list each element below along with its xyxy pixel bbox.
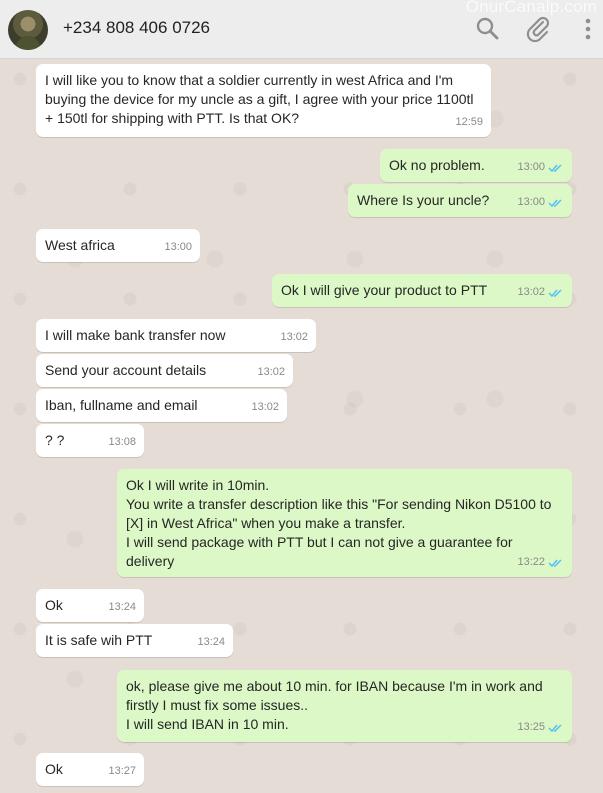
message-bubble[interactable]: Ok 13:27 [36, 753, 144, 786]
message-meta: 13:24 [197, 633, 225, 652]
message-text: I will make bank transfer now [45, 327, 226, 343]
attach-icon[interactable] [523, 14, 553, 44]
chat-header: +234 808 406 0726 OnurCanalp.com [0, 0, 603, 59]
message-bubble[interactable]: It is safe wih PTT 13:24 [36, 624, 233, 657]
message-meta: 12:59 [455, 113, 483, 132]
message-bubble[interactable]: Iban, fullname and email 13:02 [36, 389, 287, 422]
message-time: 13:02 [251, 401, 279, 413]
read-ticks-icon [548, 288, 564, 298]
message-time: 13:00 [164, 241, 192, 253]
message-time: 13:08 [108, 436, 136, 448]
message-bubble[interactable]: Ok I will give your product to PTT 13:02 [272, 274, 572, 307]
message-meta: 13:25 [517, 718, 564, 737]
message-meta: 13:24 [108, 598, 136, 617]
message-bubble[interactable]: I will make bank transfer now 13:02 [36, 319, 316, 352]
message-list: I will like you to know that a soldier c… [0, 59, 603, 793]
read-ticks-icon [548, 198, 564, 208]
message-meta: 13:00 [164, 238, 192, 257]
watermark: OnurCanalp.com [465, 0, 597, 16]
message-time: 13:25 [517, 721, 545, 733]
message-time: 13:27 [108, 765, 136, 777]
message-bubble[interactable]: Where Is your uncle? 13:00 [348, 184, 572, 217]
message-meta: 13:27 [108, 762, 136, 781]
message-bubble[interactable]: I will like you to know that a soldier c… [36, 64, 491, 137]
read-ticks-icon [548, 558, 564, 568]
message-time: 12:59 [455, 116, 483, 128]
message-time: 13:02 [280, 331, 308, 343]
contact-avatar[interactable] [8, 10, 48, 50]
message-bubble[interactable]: ok, please give me about 10 min. for IBA… [117, 670, 572, 742]
search-icon[interactable] [473, 14, 503, 44]
message-text: I will like you to know that a soldier c… [45, 72, 474, 126]
message-bubble[interactable]: Ok I will write in 10min. You write a tr… [117, 469, 572, 577]
message-meta: 13:08 [108, 433, 136, 452]
message-time: 13:00 [517, 196, 545, 208]
message-text: ok, please give me about 10 min. for IBA… [126, 678, 543, 732]
read-ticks-icon [548, 163, 564, 173]
message-bubble[interactable]: Ok 13:24 [36, 589, 144, 622]
message-text: Send your account details [45, 362, 207, 378]
message-time: 13:02 [257, 366, 285, 378]
message-time: 13:22 [517, 556, 545, 568]
message-bubble[interactable]: Send your account details 13:02 [36, 354, 293, 387]
message-time: 13:02 [517, 286, 545, 298]
message-meta: 13:22 [517, 553, 564, 572]
message-time: 13:24 [197, 636, 225, 648]
message-time: 13:24 [108, 601, 136, 613]
message-meta: 13:02 [517, 283, 564, 302]
message-bubble[interactable]: West africa 13:00 [36, 229, 200, 262]
message-bubble[interactable]: ? ? 13:08 [36, 424, 144, 457]
message-meta: 13:02 [251, 398, 279, 417]
message-text: Ok I will write in 10min. You write a tr… [126, 477, 552, 569]
message-meta: 13:02 [257, 363, 285, 382]
message-bubble[interactable]: Ok no problem. 13:00 [380, 149, 572, 182]
message-time: 13:00 [517, 161, 545, 173]
message-meta: 13:00 [517, 158, 564, 177]
message-meta: 13:02 [280, 328, 308, 347]
menu-icon[interactable] [573, 14, 603, 44]
read-ticks-icon [548, 723, 564, 733]
contact-name[interactable]: +234 808 406 0726 [63, 18, 210, 38]
message-meta: 13:00 [517, 193, 564, 212]
message-text: Iban, fullname and email [45, 397, 198, 413]
